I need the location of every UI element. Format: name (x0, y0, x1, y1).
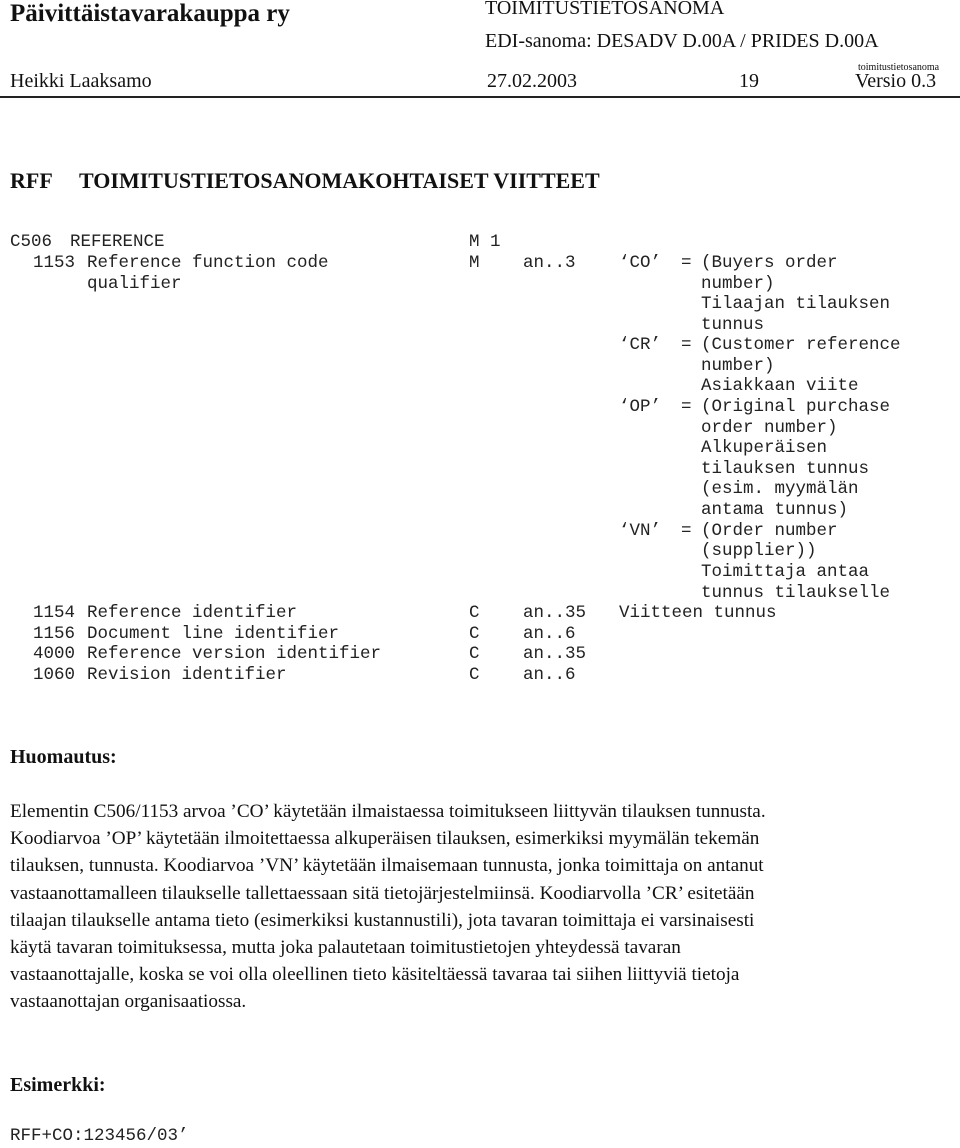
header-divider (0, 96, 960, 98)
composite-repeat: 1 (490, 232, 501, 252)
remark-heading: Huomautus: (10, 746, 117, 768)
element-format: an..6 (523, 665, 576, 685)
code-value-cr: ‘CR’ = (Customer reference (0, 335, 960, 356)
element-status: C (469, 665, 480, 685)
composite-status: M (469, 232, 480, 252)
code-description: tunnus (701, 315, 765, 335)
version-label: Versio 0.3 (855, 70, 937, 92)
message-title: TOIMITUSTIETOSANOMA (485, 0, 725, 19)
edi-message-type: EDI-sanoma: DESADV D.00A / PRIDES D.00A (485, 30, 879, 52)
code-value-co: ‘CO’ = (Buyers order (0, 253, 960, 274)
code-description: (esim. myymälän (701, 479, 859, 499)
remark-line: tilaajan tilaukselle antama tieto (esime… (10, 909, 755, 931)
document-date: 27.02.2003 (487, 70, 577, 92)
element-name: Document line identifier (87, 624, 340, 644)
example-code: RFF+CO:123456/03’ (10, 1126, 189, 1146)
code-description: number) (701, 274, 775, 294)
remark-line: tilauksen, tunnusta. Koodiarvoa ’VN’ käy… (10, 855, 764, 877)
element-row: 1060 Revision identifier C an..6 (0, 665, 960, 686)
element-code: 1156 (33, 624, 76, 644)
code-description: order number) (701, 418, 838, 438)
code-value: ‘OP’ (619, 397, 662, 417)
equals-sign: = (681, 253, 692, 273)
code-description: (Order number (701, 521, 838, 541)
code-description: number) (701, 356, 775, 376)
element-name: Revision identifier (87, 665, 287, 685)
equals-sign: = (681, 521, 692, 541)
element-name: Reference version identifier (87, 644, 382, 664)
element-code: 4000 (33, 644, 76, 664)
code-value: ‘CO’ (619, 253, 662, 273)
author-name: Heikki Laaksamo (10, 70, 152, 92)
code-description: Toimittaja antaa (701, 562, 870, 582)
element-row: 1156 Document line identifier C an..6 (0, 624, 960, 645)
element-format: an..35 (523, 644, 587, 664)
code-value-vn: ‘VN’ = (Order number (0, 521, 960, 542)
element-format: an..6 (523, 624, 576, 644)
composite-code: C506 (10, 232, 53, 252)
remark-paragraph: Elementin C506/1153 arvoa ’CO’ käytetään… (10, 798, 955, 1016)
element-code: 1154 (33, 603, 76, 623)
code-description: (Customer reference (701, 335, 901, 355)
remark-line: käytä tavaran toimituksessa, mutta joka … (10, 937, 681, 959)
code-description: Tilaajan tilauksen (701, 294, 891, 314)
element-format: an..35 (523, 603, 587, 623)
code-description: (supplier)) (701, 541, 817, 561)
element-status: C (469, 603, 480, 623)
element-row: 1154 Reference identifier C an..35 Viitt… (0, 603, 960, 624)
code-description: antama tunnus) (701, 500, 849, 520)
element-name: Reference identifier (87, 603, 298, 623)
composite-row: C506 REFERENCE M 1 (0, 232, 960, 253)
remark-line: Koodiarvoa ’OP’ käytetään ilmoitettaessa… (10, 828, 760, 850)
remark-line: vastaanottajan organisaatiossa. (10, 991, 247, 1013)
code-description: (Buyers order (701, 253, 838, 273)
element-status: C (469, 644, 480, 664)
code-description: tilauksen tunnus (701, 459, 870, 479)
remark-line: vastaanottajalle, koska se voi olla olee… (10, 964, 740, 986)
element-status: C (469, 624, 480, 644)
element-code: 1060 (33, 665, 76, 685)
example-heading: Esimerkki: (10, 1074, 106, 1096)
remark-line: vastaanottamalleen tilaukselle tallettae… (10, 882, 755, 904)
code-description: tunnus tilaukselle (701, 583, 891, 603)
organization-name: Päivittäistavarakauppa ry (10, 0, 290, 27)
segment-code: RFF (10, 168, 53, 193)
equals-sign: = (681, 397, 692, 417)
code-value-op: ‘OP’ = (Original purchase (0, 397, 960, 418)
composite-name: REFERENCE (70, 232, 165, 252)
element-note: Viitteen tunnus (619, 603, 777, 623)
equals-sign: = (681, 335, 692, 355)
code-description: Alkuperäisen (701, 438, 828, 458)
code-description: (Original purchase (701, 397, 891, 417)
code-value: ‘CR’ (619, 335, 662, 355)
element-row: 4000 Reference version identifier C an..… (0, 644, 960, 665)
page-number: 19 (739, 70, 759, 92)
code-value: ‘VN’ (619, 521, 662, 541)
code-description: Asiakkaan viite (701, 376, 859, 396)
remark-line: Elementin C506/1153 arvoa ’CO’ käytetään… (10, 801, 766, 822)
segment-title: TOIMITUSTIETOSANOMAKOHTAISET VIITTEET (79, 168, 600, 193)
